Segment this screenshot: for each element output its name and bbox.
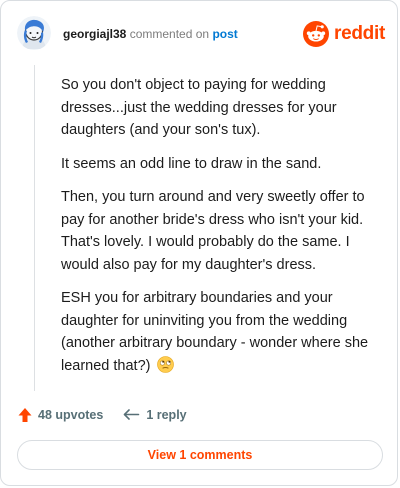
comment-paragraph: Then, you turn around and very sweetly o…	[61, 189, 365, 273]
comment-body: So you don't object to paying for weddin…	[61, 74, 379, 391]
upvote-arrow-icon	[18, 408, 32, 422]
reply-button[interactable]: 1 reply	[123, 408, 187, 422]
comment-paragraph-text: ESH you for arbitrary boundaries and you…	[61, 290, 369, 374]
reddit-wordmark: reddit	[334, 23, 385, 44]
reply-count: 1 reply	[146, 408, 187, 422]
comment-actions: 48 upvotes 1 reply	[18, 405, 187, 425]
view-comments-button[interactable]: View 1 comments	[17, 440, 383, 470]
upvote-count: 48 upvotes	[38, 408, 104, 422]
comment-paragraph-last: ESH you for arbitrary boundaries and you…	[61, 287, 379, 380]
post-link[interactable]: post	[212, 27, 237, 41]
avatar-image	[17, 16, 51, 50]
reddit-snoo-icon	[303, 21, 330, 47]
reply-arrow-icon	[124, 409, 140, 420]
rolling-eyes-emoji-icon	[156, 355, 174, 381]
reddit-logo[interactable]: reddit	[303, 20, 385, 48]
thread-line	[34, 65, 35, 391]
comment-card: georgiajl38 commented on post reddit So …	[0, 0, 398, 486]
username-link[interactable]: georgiajl38	[63, 27, 126, 41]
comment-paragraph: So you don't object to paying for weddin…	[61, 77, 337, 138]
byline: georgiajl38 commented on post	[63, 26, 238, 42]
view-comments-label: View 1 comments	[147, 448, 253, 462]
upvote-button[interactable]: 48 upvotes	[18, 407, 103, 423]
user-avatar[interactable]	[17, 16, 51, 50]
comment-header: georgiajl38 commented on post reddit	[17, 16, 385, 52]
commented-on-text: commented on	[129, 27, 210, 41]
comment-paragraph: It seems an odd line to draw in the sand…	[61, 155, 322, 172]
